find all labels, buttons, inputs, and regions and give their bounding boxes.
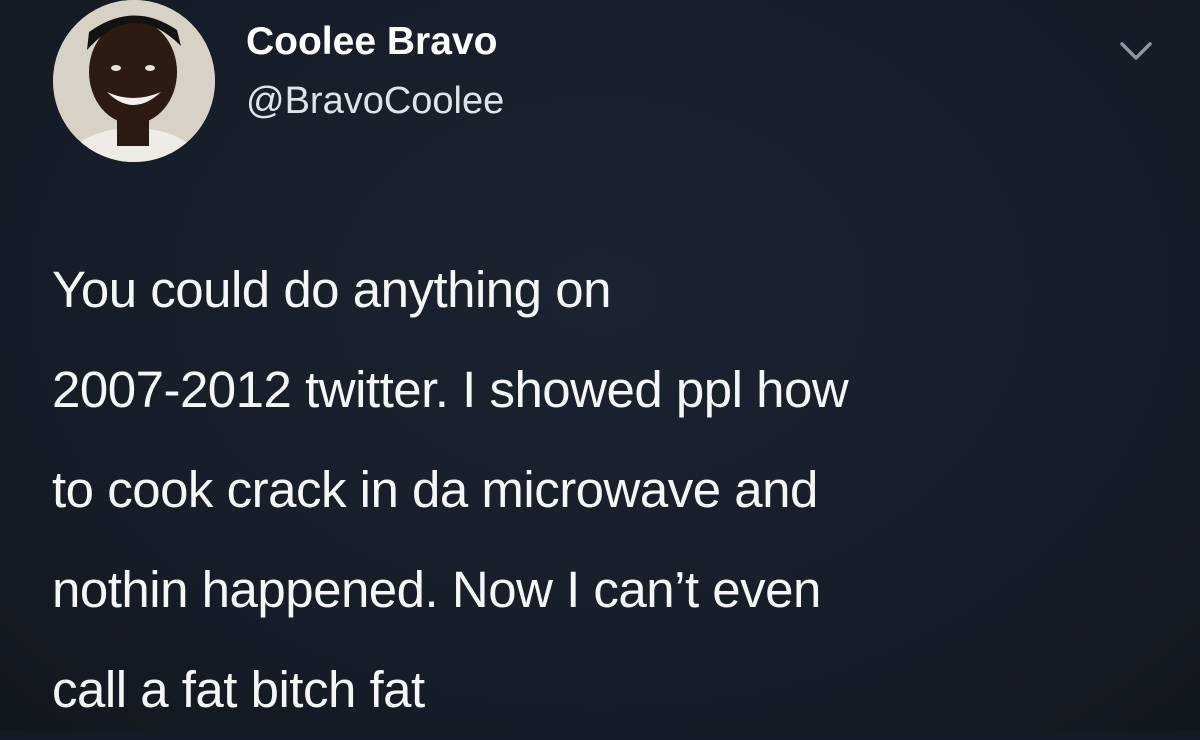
tweet-card: Coolee Bravo @BravoCoolee You could do a… (0, 0, 1200, 731)
author-handle[interactable]: @BravoCoolee (246, 80, 504, 123)
avatar[interactable] (53, 0, 215, 162)
author-display-name[interactable]: Coolee Bravo (246, 20, 497, 64)
tweet-text-line: to cook crack in da microwave and (52, 461, 818, 518)
tweet-text-line: nothin happened. Now I can’t even (52, 561, 821, 618)
avatar-image (53, 0, 215, 162)
chevron-down-icon[interactable] (1116, 38, 1156, 64)
tweet-text-line: call a fat bitch fat (52, 661, 425, 718)
tweet-text: You could do anything on 2007-2012 twitt… (52, 240, 1162, 740)
tweet-text-line: You could do anything on (52, 261, 611, 318)
tweet-text-line: 2007-2012 twitter. I showed ppl how (52, 361, 849, 418)
